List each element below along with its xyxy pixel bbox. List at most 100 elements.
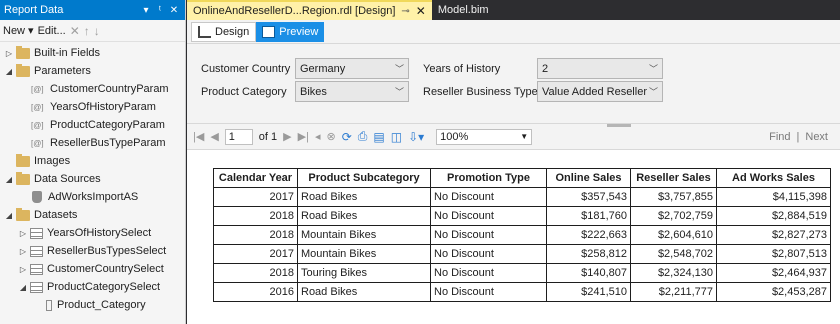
customer-country-value: Germany — [300, 62, 346, 75]
panel-toolbar: New ▾ Edit... ✕ ↑ ↓ — [0, 20, 185, 42]
expander-icon[interactable]: ◢ — [4, 175, 14, 184]
splitter-handle[interactable] — [607, 124, 631, 127]
tab-report-design[interactable]: OnlineAndResellerD...Region.rdl [Design]… — [187, 0, 432, 20]
stop-icon[interactable]: ⊗ — [326, 130, 335, 143]
reseller-business-type-label: Reseller Business Type — [423, 86, 538, 98]
table-cell: 2016 — [213, 282, 298, 302]
tree-item-label: Datasets — [34, 209, 78, 221]
tree-item[interactable]: ◢ ProductCategorySelect — [0, 278, 185, 296]
table-cell: No Discount — [430, 263, 547, 283]
tree-item[interactable]: ◢ Datasets — [0, 206, 185, 224]
years-of-history-value: 2 — [542, 62, 549, 75]
tree-item[interactable]: [@] ProductCategoryParam — [0, 116, 185, 134]
tree-item[interactable]: ▷ YearsOfHistorySelect — [0, 224, 185, 242]
tree-item-label: ResellerBusTypeParam — [50, 137, 166, 149]
tree-item[interactable]: Product_Category — [0, 296, 185, 314]
table-cell: $2,453,287 — [716, 282, 831, 302]
page-setup-icon[interactable]: ◫ — [391, 130, 402, 144]
tree-item[interactable]: ▷ ResellerBusTypesSelect — [0, 242, 185, 260]
move-down-icon[interactable]: ↓ — [94, 24, 100, 38]
expander-icon[interactable]: ◢ — [18, 283, 28, 292]
first-page-icon[interactable]: |◀ — [193, 130, 204, 143]
expander-icon[interactable]: ◢ — [4, 211, 14, 220]
design-icon — [198, 25, 211, 38]
expander-icon[interactable]: ▷ — [4, 49, 14, 58]
reseller-business-type-select[interactable]: Value Added Reseller ﹀ — [537, 81, 663, 102]
table-row: 2017 Road Bikes No Discount $357,543 $3,757,… — [213, 187, 831, 207]
export-icon[interactable]: ⇩▾ — [408, 130, 424, 144]
close-icon[interactable]: ✕ — [167, 5, 181, 16]
separator: | — [796, 130, 800, 143]
tree-item-label: Product_Category — [57, 299, 146, 311]
print-layout-icon[interactable]: ▤ — [373, 130, 384, 144]
chevron-down-icon: ﹀ — [394, 87, 404, 97]
column-header: Product Subcategory — [297, 168, 431, 188]
next-page-icon[interactable]: ▶ — [283, 130, 291, 143]
tree-item[interactable]: AdWorksImportAS — [0, 188, 185, 206]
table-cell: No Discount — [430, 225, 547, 245]
customer-country-select[interactable]: Germany ﹀ — [295, 58, 409, 79]
preview-tab[interactable]: Preview — [256, 21, 325, 42]
table-row: 2018 Road Bikes No Discount $181,760 $2,702,… — [213, 206, 831, 226]
tab-model-bim[interactable]: Model.bim — [432, 0, 495, 20]
dropdown-icon[interactable]: ▾ — [139, 5, 153, 16]
table-body: 2017 Road Bikes No Discount $357,543 $3,757,… — [213, 187, 831, 302]
table-cell: 2017 — [213, 244, 298, 264]
table-cell: $2,211,777 — [630, 282, 717, 302]
find-controls: Find | Next — [769, 131, 828, 143]
expander-icon[interactable]: ▷ — [18, 229, 28, 238]
table-cell: $2,827,273 — [716, 225, 831, 245]
back-icon[interactable]: ◂ — [315, 130, 321, 143]
delete-icon[interactable]: ✕ — [70, 24, 80, 38]
tree-item[interactable]: ▷ CustomerCountrySelect — [0, 260, 185, 278]
find-link[interactable]: Find — [769, 131, 790, 143]
years-of-history-label: Years of History — [423, 63, 501, 75]
pin-tab-icon[interactable]: ⊸ — [401, 6, 409, 17]
product-category-select[interactable]: Bikes ﹀ — [295, 81, 409, 102]
tree-item[interactable]: [@] CustomerCountryParam — [0, 80, 185, 98]
next-link[interactable]: Next — [805, 131, 828, 143]
report-toolbar: |◀ ◀ 1 of 1 ▶ ▶| ◂ ⊗ ⟳ ⎙ ▤ ◫ ⇩▾ 100% ▼ Fi… — [187, 124, 840, 150]
previous-page-icon[interactable]: ◀ — [210, 130, 218, 143]
expander-icon[interactable]: ▷ — [18, 265, 28, 274]
chevron-down-icon: ﹀ — [648, 87, 658, 97]
tree-item[interactable]: [@] YearsOfHistoryParam — [0, 98, 185, 116]
chevron-down-icon: ﹀ — [394, 64, 404, 74]
report-designer: Design Preview Customer Country Germany … — [187, 20, 840, 324]
folder-icon — [16, 153, 30, 167]
table-cell: $2,807,513 — [716, 244, 831, 264]
refresh-icon[interactable]: ⟳ — [342, 130, 352, 144]
table-cell: $2,548,702 — [630, 244, 717, 264]
zoom-select[interactable]: 100% ▼ — [436, 128, 533, 145]
tree-item[interactable]: [@] ResellerBusTypeParam — [0, 134, 185, 152]
tree-item[interactable]: ◢ Parameters — [0, 62, 185, 80]
pin-icon[interactable]: ᵗ — [153, 5, 167, 16]
move-up-icon[interactable]: ↑ — [84, 24, 90, 38]
table-row: 2016 Road Bikes No Discount $241,510 $2,211,… — [213, 282, 831, 302]
panel-title: Report Data — [4, 4, 64, 16]
edit-button[interactable]: Edit... — [38, 25, 66, 37]
table-cell: $3,757,855 — [630, 187, 717, 207]
close-tab-icon[interactable]: ✕ — [416, 4, 426, 18]
expander-icon[interactable]: ▷ — [18, 247, 28, 256]
column-header: Ad Works Sales — [716, 168, 831, 188]
table-cell: $222,663 — [546, 225, 631, 245]
parameter-area: Customer Country Germany ﹀ Years of Hist… — [187, 44, 840, 124]
tree-item[interactable]: ▷ Built-in Fields — [0, 44, 185, 62]
parameter-icon: [@] — [31, 102, 44, 112]
table-cell: $2,884,519 — [716, 206, 831, 226]
page-number-input[interactable]: 1 — [224, 128, 253, 145]
column-header: Promotion Type — [430, 168, 547, 188]
preview-label: Preview — [279, 25, 319, 38]
years-of-history-select[interactable]: 2 ﹀ — [537, 58, 663, 79]
new-button[interactable]: New ▾ — [3, 24, 34, 37]
report-data-panel: Report Data ▾ ᵗ ✕ New ▾ Edit... ✕ ↑ ↓ ▷ B… — [0, 0, 186, 324]
last-page-icon[interactable]: ▶| — [298, 130, 309, 143]
tab-label: Model.bim — [437, 4, 489, 16]
expander-icon[interactable]: ◢ — [4, 67, 14, 76]
table-cell: No Discount — [430, 187, 547, 207]
print-icon[interactable]: ⎙ — [358, 129, 368, 144]
tree-item[interactable]: ◢ Data Sources — [0, 170, 185, 188]
design-tab[interactable]: Design — [191, 21, 257, 42]
tree-item[interactable]: Images — [0, 152, 185, 170]
